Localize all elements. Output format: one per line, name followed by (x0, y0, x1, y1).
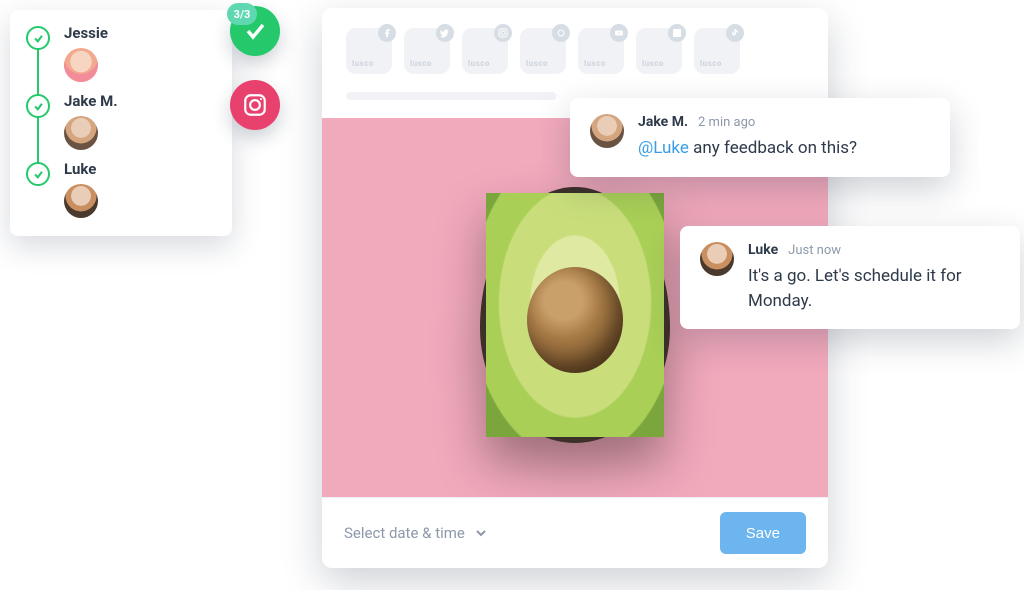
comment-author: Luke (748, 242, 778, 258)
channel-brand-label: lusco (410, 59, 432, 68)
linkedin-icon (668, 24, 686, 42)
date-time-select[interactable]: Select date & time (344, 524, 487, 542)
youtube-icon (610, 24, 628, 42)
channel-chip-twitter[interactable]: lusco (404, 28, 450, 74)
twitter-icon (436, 24, 454, 42)
caption-placeholder-bar[interactable] (346, 92, 556, 100)
approver-row[interactable]: Jessie (26, 24, 216, 92)
save-button[interactable]: Save (720, 512, 806, 554)
channel-brand-label: lusco (700, 59, 722, 68)
approver-name: Jake M. (64, 92, 118, 110)
comment-bubble[interactable]: Luke Just now It's a go. Let's schedule … (680, 226, 1020, 329)
avatar (64, 116, 98, 150)
channel-brand-label: lusco (468, 59, 490, 68)
channel-brand-label: lusco (642, 59, 664, 68)
mention[interactable]: @Luke (638, 138, 689, 158)
channel-chip-tiktok[interactable]: lusco (694, 28, 740, 74)
avatar (64, 48, 98, 82)
channel-brand-label: lusco (352, 59, 374, 68)
comment-body: It's a go. Let's schedule it for Monday. (748, 264, 988, 313)
tiktok-icon (726, 24, 744, 42)
instagram-badge[interactable] (230, 80, 280, 130)
avatar (64, 184, 98, 218)
comment-timestamp: Just now (788, 243, 841, 258)
avatar (590, 114, 624, 148)
check-icon (26, 26, 50, 50)
comment-bubble[interactable]: Jake M. 2 min ago @Luke any feedback on … (570, 98, 950, 177)
approver-connector (37, 48, 39, 100)
approval-count-label: 3/3 (227, 3, 257, 25)
approver-row[interactable]: Luke (26, 160, 216, 218)
approval-count-badge[interactable]: 3/3 (230, 6, 280, 56)
comment-text: It's a go. Let's schedule it for Monday. (748, 266, 962, 311)
instagram-icon (494, 24, 512, 42)
chevron-down-icon (475, 527, 487, 539)
channel-chip-linkedin[interactable]: lusco (636, 28, 682, 74)
approver-row[interactable]: Jake M. (26, 92, 216, 160)
avocado-illustration (480, 187, 670, 443)
approvers-panel: Jessie Jake M. Luke (10, 10, 232, 236)
channel-picker: lusco lusco lusco lusco lusco lusco lusc… (322, 8, 828, 74)
comment-body: @Luke any feedback on this? (638, 136, 857, 161)
composer-footer: Select date & time Save (322, 497, 828, 568)
approver-name: Jessie (64, 24, 108, 42)
check-icon (26, 162, 50, 186)
avatar (700, 242, 734, 276)
comment-timestamp: 2 min ago (698, 115, 755, 130)
channel-brand-label: lusco (526, 59, 548, 68)
channel-brand-label: lusco (584, 59, 606, 68)
comment-text: any feedback on this? (693, 138, 857, 158)
approver-connector (37, 116, 39, 168)
channel-chip-youtube[interactable]: lusco (578, 28, 624, 74)
channel-chip-facebook[interactable]: lusco (346, 28, 392, 74)
check-icon (26, 94, 50, 118)
comment-author: Jake M. (638, 114, 688, 130)
channel-chip-instagram[interactable]: lusco (462, 28, 508, 74)
channel-chip-threads[interactable]: lusco (520, 28, 566, 74)
threads-icon (552, 24, 570, 42)
date-time-label: Select date & time (344, 524, 465, 542)
instagram-icon (242, 92, 268, 118)
approver-name: Luke (64, 160, 98, 178)
facebook-icon (378, 24, 396, 42)
